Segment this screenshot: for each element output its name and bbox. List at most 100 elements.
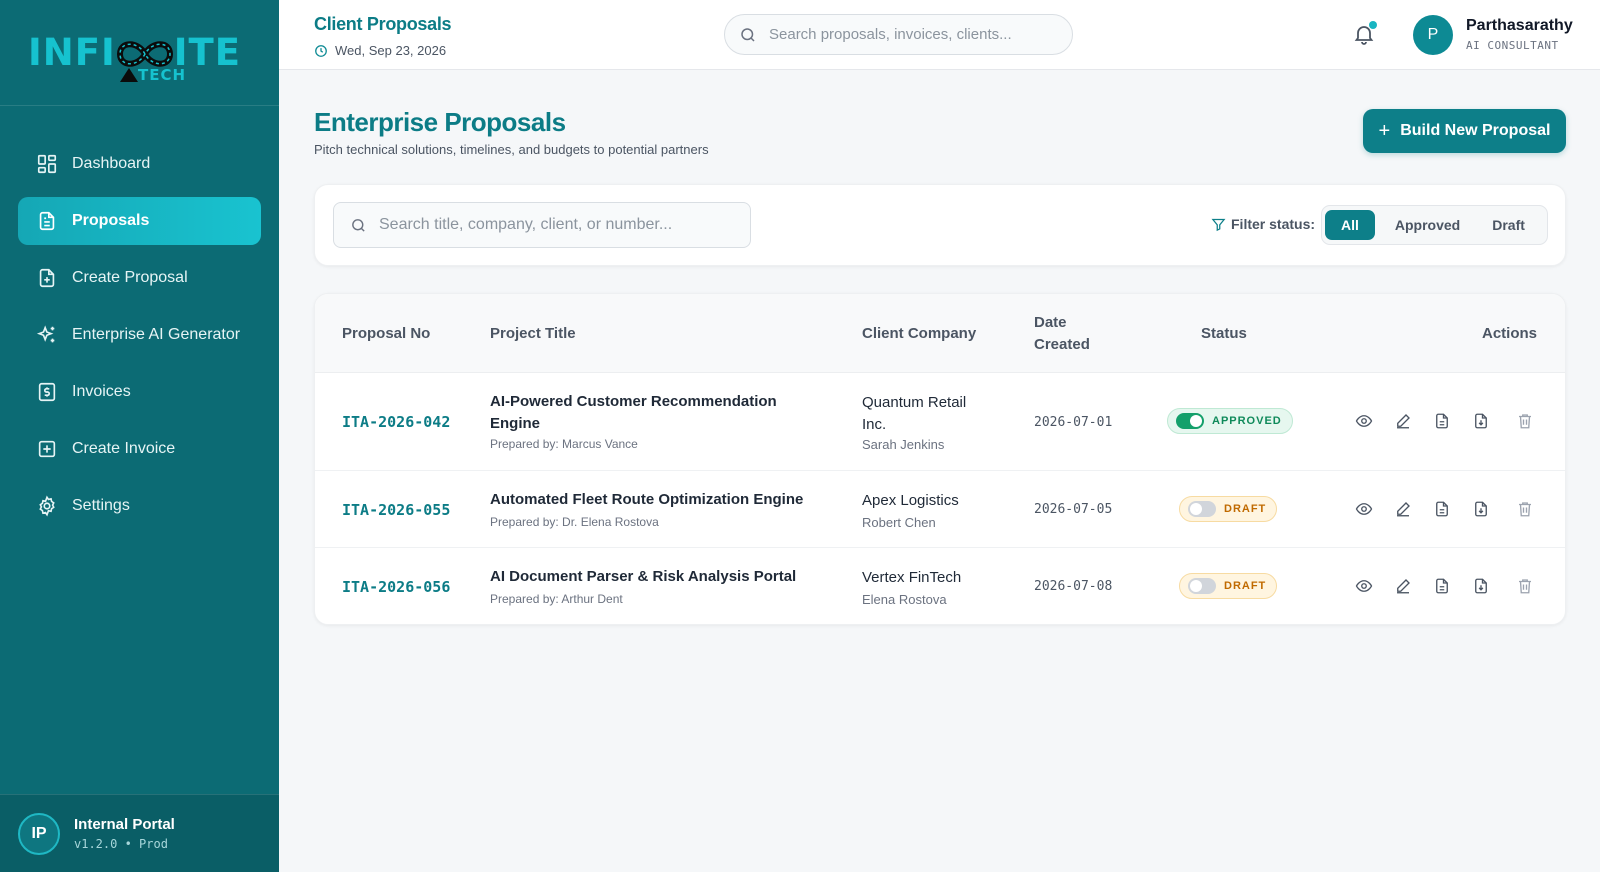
file-download-icon <box>1475 413 1487 429</box>
search-icon <box>352 218 365 232</box>
proposal-number[interactable]: ITA-2026-055 <box>342 501 450 519</box>
user-name: Parthasarathy <box>1466 17 1573 34</box>
sidebar-item-label: Proposals <box>72 212 150 229</box>
sidebar-footer: IP Internal Portal v1.2.0 • Prod <box>0 794 279 872</box>
column-header-proposal-no[interactable]: Proposal No <box>342 325 430 342</box>
view-button[interactable] <box>1354 576 1374 596</box>
client-name: Robert Chen <box>862 515 936 530</box>
invoice-button[interactable] <box>1432 576 1452 596</box>
date-created: 2026-07-08 <box>1034 579 1113 594</box>
sidebar-item-label: Create Proposal <box>72 269 188 286</box>
funnel-icon <box>1211 218 1226 231</box>
column-header-status[interactable]: Status <box>1201 325 1247 342</box>
invoice-button[interactable] <box>1432 499 1452 519</box>
client-name: Elena Rostova <box>862 592 947 607</box>
client-company: Vertex FinTech <box>862 569 962 586</box>
column-header-date-line1[interactable]: Date <box>1034 314 1067 331</box>
trash-icon <box>1519 579 1531 594</box>
brand-logo[interactable]: INFI ITE TECH <box>0 0 279 106</box>
sidebar: INFI ITE TECH Dashboard Proposals Create … <box>0 0 279 872</box>
status-badge[interactable]: DRAFT <box>1179 496 1278 522</box>
prepared-by: Prepared by: Arthur Dent <box>490 592 623 606</box>
edit-button[interactable] <box>1393 576 1413 596</box>
sidebar-item-create-invoice[interactable]: Create Invoice <box>18 425 261 473</box>
page-title: Enterprise Proposals <box>314 107 566 137</box>
status-badge[interactable]: DRAFT <box>1179 573 1278 599</box>
sidebar-item-dashboard[interactable]: Dashboard <box>18 140 261 188</box>
proposal-number[interactable]: ITA-2026-056 <box>342 578 450 596</box>
page-header-title: Client Proposals <box>314 14 452 34</box>
build-new-proposal-button[interactable]: + Build New Proposal <box>1363 109 1566 153</box>
table-row[interactable]: ITA-2026-055 Automated Fleet Route Optim… <box>315 471 1565 548</box>
download-button[interactable] <box>1471 576 1491 596</box>
current-date: Wed, Sep 23, 2026 <box>314 43 446 58</box>
delete-button[interactable] <box>1515 499 1535 519</box>
status-filter-segmented: All Approved Draft <box>1321 205 1548 245</box>
page-subtitle: Pitch technical solutions, timelines, an… <box>314 142 709 157</box>
clock-icon <box>315 44 327 57</box>
document-icon <box>39 211 55 231</box>
edit-button[interactable] <box>1393 499 1413 519</box>
filter-option-approved[interactable]: Approved <box>1379 210 1476 240</box>
sidebar-item-proposals[interactable]: Proposals <box>18 197 261 245</box>
date-created: 2026-07-05 <box>1034 502 1113 517</box>
filter-status-text: Filter status: <box>1231 216 1316 232</box>
table-header: Proposal No Project Title Client Company… <box>315 294 1565 373</box>
proposal-search-input[interactable] <box>379 216 739 234</box>
trash-icon <box>1519 502 1531 517</box>
square-plus-icon <box>38 440 56 458</box>
prepared-by: Prepared by: Dr. Elena Rostova <box>490 515 659 529</box>
trash-icon <box>1519 414 1531 429</box>
file-download-icon <box>1475 578 1487 594</box>
document-lines-icon <box>1436 578 1448 594</box>
proposal-search[interactable] <box>333 202 751 248</box>
row-actions <box>1354 576 1535 596</box>
download-button[interactable] <box>1471 499 1491 519</box>
project-title: AI Document Parser & Risk Analysis Porta… <box>490 568 797 585</box>
filter-option-all[interactable]: All <box>1325 210 1375 240</box>
sidebar-item-settings[interactable]: Settings <box>18 482 261 530</box>
search-icon <box>741 27 755 42</box>
view-button[interactable] <box>1354 499 1374 519</box>
build-new-proposal-label: Build New Proposal <box>1400 122 1551 139</box>
sidebar-item-ai-generator[interactable]: Enterprise AI Generator <box>18 311 261 359</box>
user-avatar[interactable]: P <box>1413 15 1453 55</box>
column-header-client-company[interactable]: Client Company <box>862 325 976 342</box>
project-title: AI-Powered Customer Recommendation Engin… <box>490 393 777 432</box>
sidebar-item-label: Invoices <box>72 383 131 400</box>
view-button[interactable] <box>1354 411 1374 431</box>
status-toggle-icon <box>1176 413 1204 429</box>
table-row[interactable]: ITA-2026-056 AI Document Parser & Risk A… <box>315 548 1565 624</box>
global-search-input[interactable] <box>769 26 1049 43</box>
filter-status-label: Filter status: <box>1211 216 1315 232</box>
project-title: Automated Fleet Route Optimization Engin… <box>490 491 804 508</box>
sidebar-item-label: Enterprise AI Generator <box>72 326 241 343</box>
delete-button[interactable] <box>1515 576 1535 596</box>
topbar: Client Proposals Wed, Sep 23, 2026 P Par… <box>279 0 1600 70</box>
logo-wordmark: INFI ITE TECH <box>28 30 241 83</box>
table-row[interactable]: ITA-2026-042 AI-Powered Customer Recomme… <box>315 373 1565 471</box>
status-badge[interactable]: APPROVED <box>1167 408 1293 434</box>
proposals-table: Proposal No Project Title Client Company… <box>314 293 1566 625</box>
proposal-number[interactable]: ITA-2026-042 <box>342 413 450 431</box>
client-name: Sarah Jenkins <box>862 437 945 452</box>
invoice-button[interactable] <box>1432 411 1452 431</box>
edit-button[interactable] <box>1393 411 1413 431</box>
logo-text-left: INFI <box>28 30 116 74</box>
sidebar-item-create-proposal[interactable]: Create Proposal <box>18 254 261 302</box>
file-plus-icon <box>39 268 55 288</box>
document-lines-icon <box>1436 413 1448 429</box>
global-search[interactable] <box>724 14 1073 55</box>
invoice-dollar-icon <box>38 382 56 402</box>
download-button[interactable] <box>1471 411 1491 431</box>
filter-option-draft[interactable]: Draft <box>1476 210 1541 240</box>
column-header-project-title[interactable]: Project Title <box>490 325 576 342</box>
delete-button[interactable] <box>1515 411 1535 431</box>
gear-icon <box>39 495 55 517</box>
column-header-date-line2[interactable]: Created <box>1034 336 1090 353</box>
portal-version: v1.2.0 • Prod <box>74 837 168 851</box>
pencil-icon <box>1397 502 1410 517</box>
sparkles-icon <box>36 325 55 343</box>
sidebar-item-invoices[interactable]: Invoices <box>18 368 261 416</box>
plus-icon: + <box>1378 119 1391 142</box>
